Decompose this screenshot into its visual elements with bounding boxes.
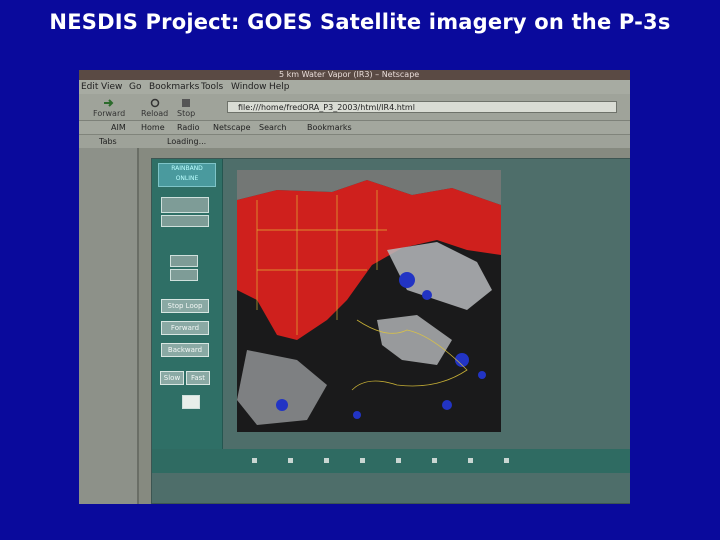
monitor-photo: 5 km Water Vapor (IR3) – Netscape Edit V…: [79, 70, 630, 504]
forward-label: Forward: [93, 109, 126, 118]
reload-icon: [150, 98, 159, 108]
frame-dot[interactable]: [432, 458, 437, 463]
menu-go[interactable]: Go: [129, 82, 141, 92]
frame-dot[interactable]: [252, 458, 257, 463]
url-text: file:///home/fredORA_P3_2003/html/IR4.ht…: [238, 103, 415, 112]
bookmark-bookmarks[interactable]: Bookmarks: [307, 123, 352, 132]
select-region-button[interactable]: [161, 215, 209, 227]
water-vapor-satellite-image: [237, 170, 501, 432]
frame-dot[interactable]: [324, 458, 329, 463]
menu-bookmarks[interactable]: Bookmarks: [149, 82, 199, 92]
plus-button[interactable]: [170, 269, 198, 281]
tabs-menu[interactable]: Tabs: [99, 137, 117, 146]
menu-tools[interactable]: Tools: [201, 82, 223, 92]
forward-frame-button[interactable]: Forward: [161, 321, 209, 335]
rainband-online-button[interactable]: RAINBAND ONLINE: [158, 163, 216, 187]
forward-arrow-icon: [104, 99, 114, 107]
fast-button[interactable]: Fast: [186, 371, 210, 385]
frame-dot[interactable]: [396, 458, 401, 463]
bookmark-home[interactable]: Home: [141, 123, 165, 132]
sidebar-panel: [79, 148, 139, 504]
page-content: RAINBAND ONLINE Stop Loop Forward Backwa…: [139, 148, 630, 504]
stop-icon: [182, 99, 191, 107]
window-title: 5 km Water Vapor (IR3) – Netscape: [279, 70, 420, 79]
loop-viewer: RAINBAND ONLINE Stop Loop Forward Backwa…: [151, 158, 630, 504]
reload-button[interactable]: Reload: [141, 98, 168, 118]
loading-tab[interactable]: Loading...: [167, 137, 206, 146]
stop-button[interactable]: Stop: [177, 98, 195, 118]
window-title-bar: 5 km Water Vapor (IR3) – Netscape: [79, 70, 630, 80]
frame-dot[interactable]: [504, 458, 509, 463]
forward-button[interactable]: Forward: [93, 98, 125, 118]
frame-indicator-strip: [152, 449, 630, 473]
menu-help[interactable]: Help: [269, 82, 290, 92]
control-panel: RAINBAND ONLINE Stop Loop Forward Backwa…: [152, 159, 223, 449]
minus-button[interactable]: [170, 255, 198, 267]
tab-bar: Tabs Loading...: [79, 135, 630, 148]
reload-label: Reload: [141, 109, 169, 118]
frame-dot[interactable]: [468, 458, 473, 463]
backward-frame-button[interactable]: Backward: [161, 343, 209, 357]
slide-title: NESDIS Project: GOES Satellite imagery o…: [49, 10, 671, 34]
stop-loop-button[interactable]: Stop Loop: [161, 299, 209, 313]
menu-edit[interactable]: Edit: [81, 82, 98, 92]
navigation-toolbar: Forward Reload Stop file:///home/fredORA…: [79, 94, 630, 121]
bookmark-search[interactable]: Search: [259, 123, 286, 132]
satellite-map: [237, 170, 501, 432]
frame-dot[interactable]: [360, 458, 365, 463]
menu-view[interactable]: View: [101, 82, 122, 92]
frame-counter-field[interactable]: [182, 395, 200, 409]
menu-window[interactable]: Window: [231, 82, 267, 92]
bookmark-netscape[interactable]: Netscape: [213, 123, 251, 132]
select-product-button[interactable]: [161, 197, 209, 213]
frame-dot[interactable]: [288, 458, 293, 463]
url-bar[interactable]: file:///home/fredORA_P3_2003/html/IR4.ht…: [227, 101, 617, 113]
menu-bar: Edit View Go Bookmarks Tools Window Help: [79, 80, 630, 94]
personal-toolbar: AIM Home Radio Netscape Search Bookmarks: [79, 121, 630, 135]
bookmark-radio[interactable]: Radio: [177, 123, 199, 132]
stop-label: Stop: [177, 109, 196, 118]
bookmark-aim[interactable]: AIM: [111, 123, 126, 132]
slow-button[interactable]: Slow: [160, 371, 184, 385]
